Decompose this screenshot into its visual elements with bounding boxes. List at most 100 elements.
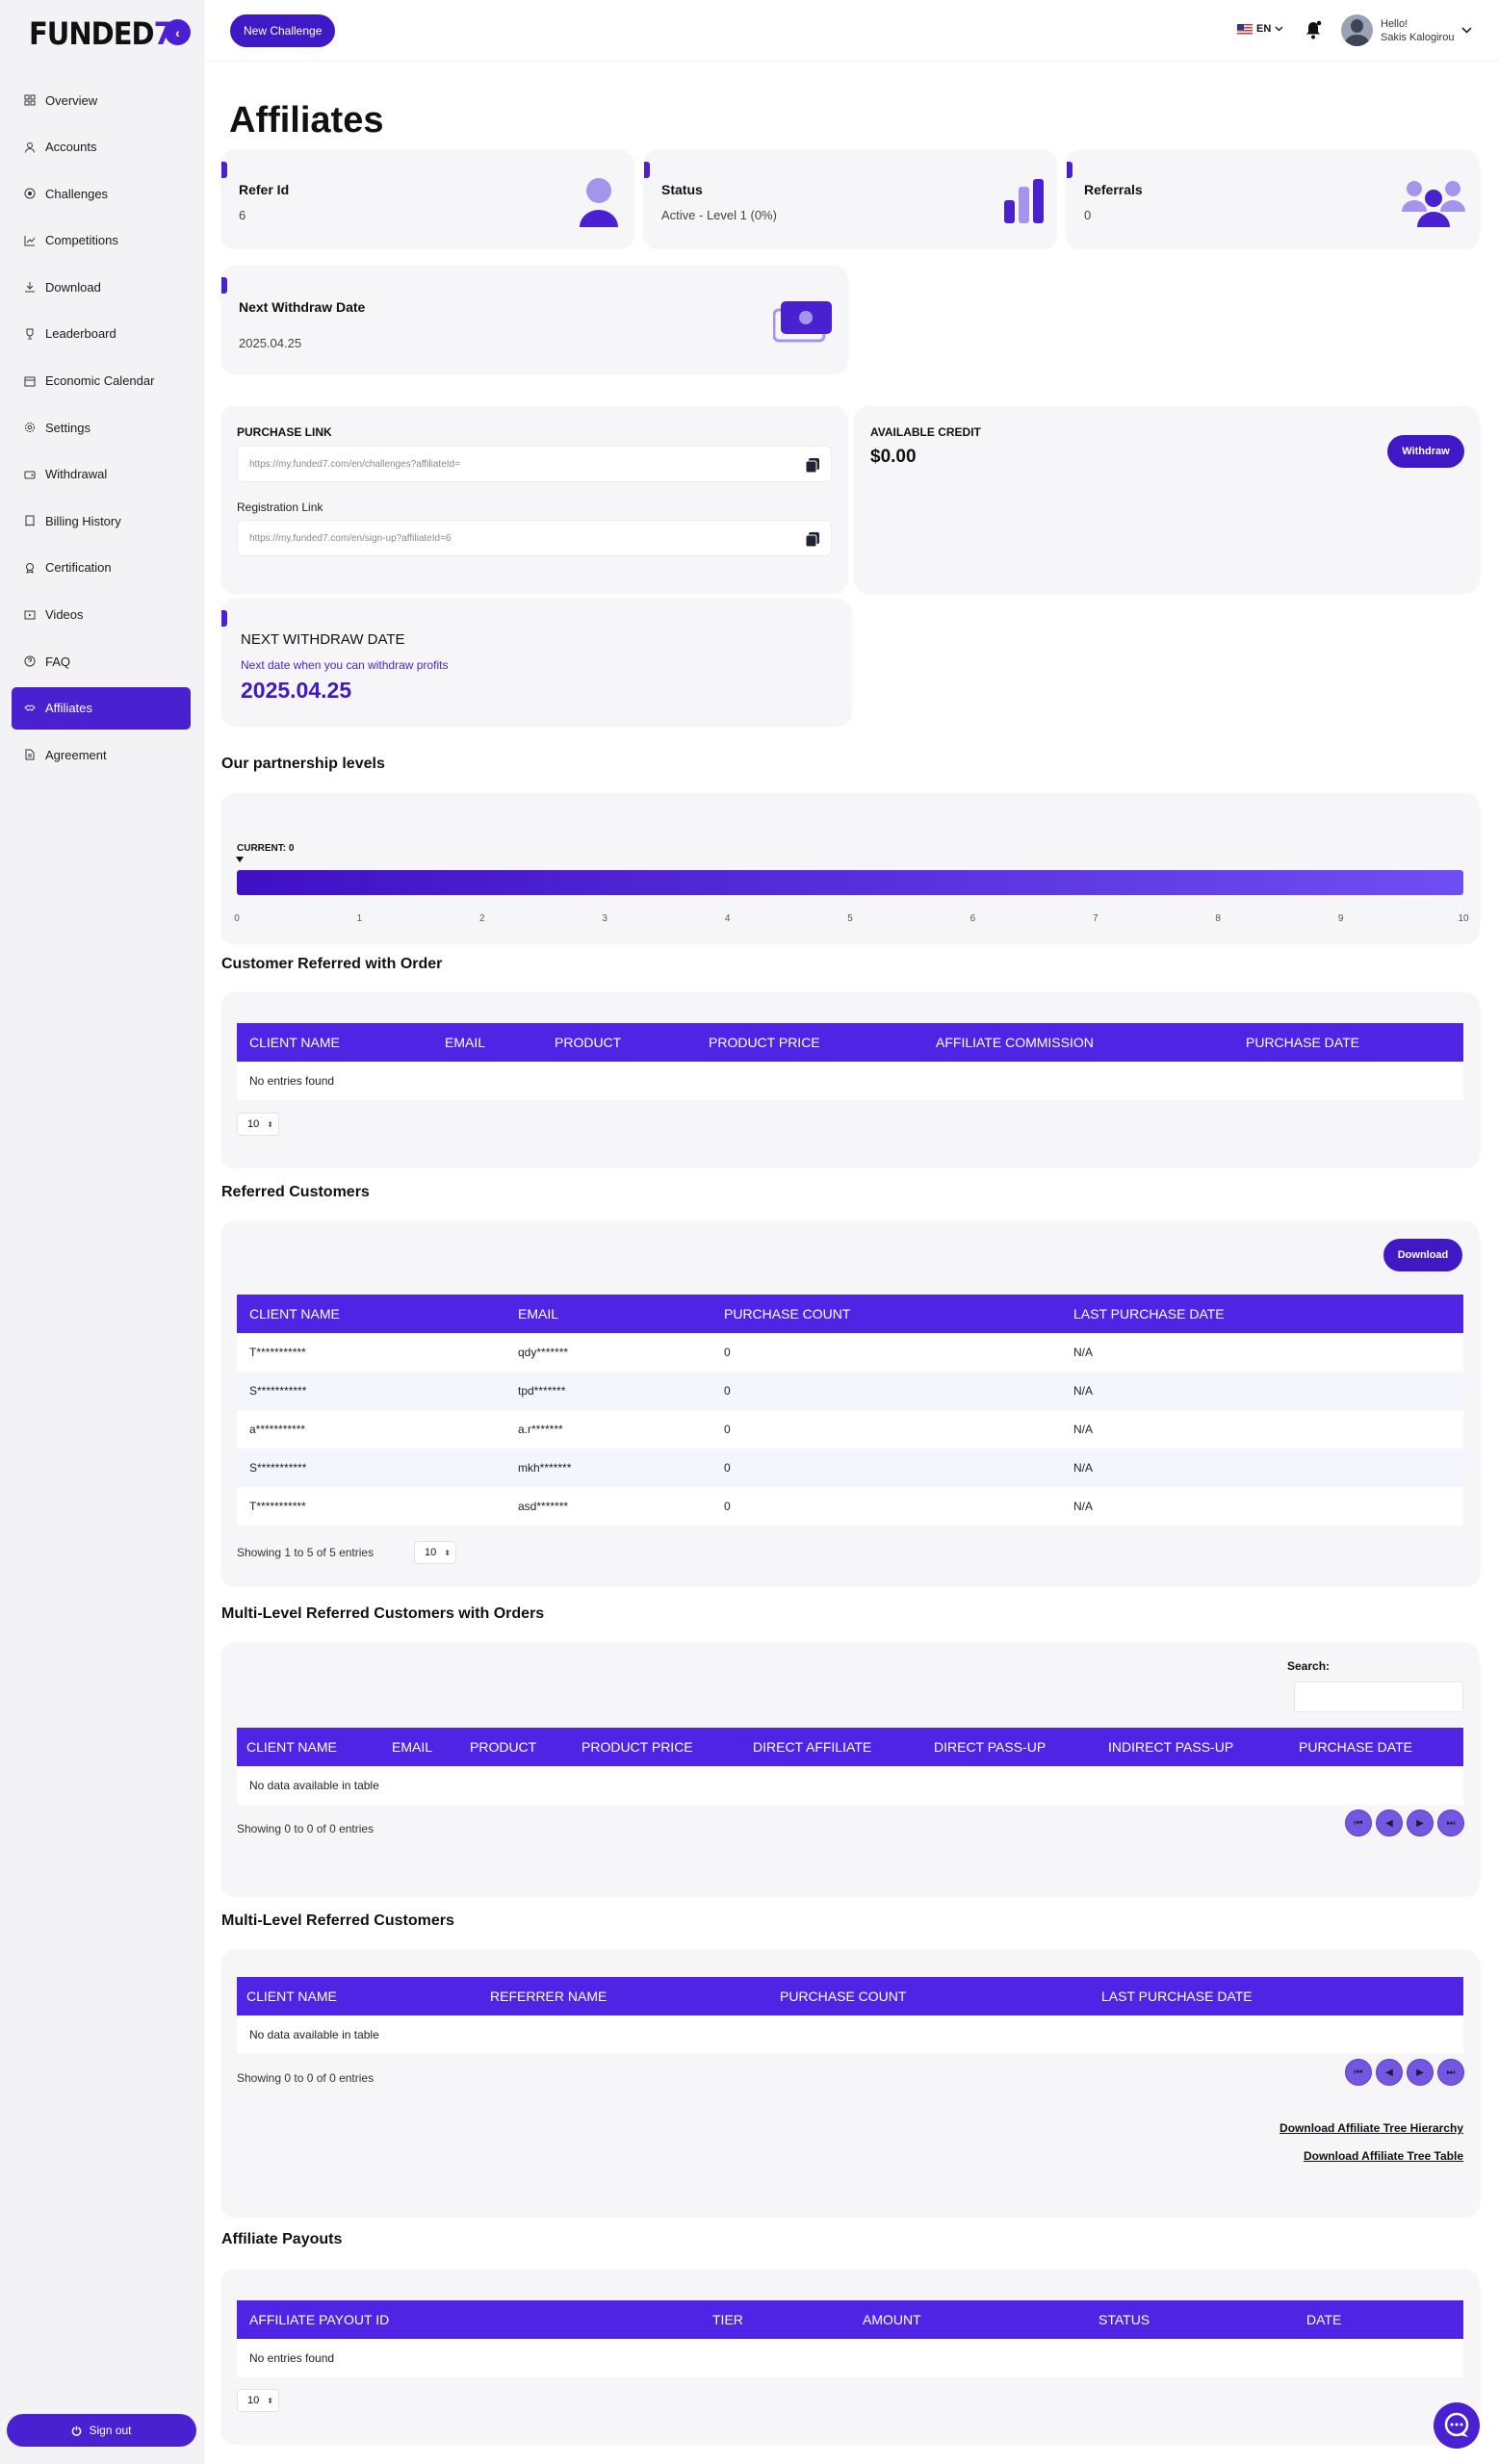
column-header[interactable]: EMAIL: [445, 1035, 485, 1050]
sidebar-item-billing-history[interactable]: Billing History: [12, 500, 191, 542]
purchase-link-field[interactable]: https://my.funded7.com/en/challenges?aff…: [237, 446, 832, 482]
page-size-select[interactable]: 10 ⬍: [237, 1113, 279, 1136]
chat-button[interactable]: [1434, 2402, 1480, 2449]
column-header[interactable]: PRODUCT: [470, 1739, 536, 1755]
column-header[interactable]: EMAIL: [392, 1739, 432, 1755]
column-header[interactable]: REFERRER NAME: [490, 1989, 607, 2004]
column-header[interactable]: CLIENT NAME: [246, 1739, 337, 1755]
table-cell: asd*******: [518, 1500, 569, 1513]
sidebar-item-challenges[interactable]: Challenges: [12, 172, 191, 215]
download-tree-hierarchy-link[interactable]: Download Affiliate Tree Hierarchy: [1279, 2121, 1463, 2135]
chevron-down-icon: [1461, 27, 1473, 34]
column-header[interactable]: LAST PURCHASE DATE: [1073, 1306, 1225, 1322]
last-page-button[interactable]: ⏭: [1437, 1810, 1464, 1836]
partnership-levels-card: CURRENT: 0 0 1 2 3 4 5 6 7 8 9 10: [221, 793, 1479, 942]
table-cell: S***********: [249, 1384, 307, 1398]
sidebar-item-settings[interactable]: Settings: [12, 406, 191, 449]
previous-page-button[interactable]: ◀: [1376, 2059, 1403, 2086]
sign-out-button[interactable]: Sign out: [7, 2414, 196, 2447]
column-header[interactable]: PRODUCT PRICE: [582, 1739, 693, 1755]
search-input[interactable]: [1294, 1681, 1463, 1712]
sidebar-item-accounts[interactable]: Accounts: [12, 126, 191, 168]
card-accent: [221, 610, 227, 627]
collapse-sidebar-button[interactable]: ‹: [165, 19, 191, 45]
available-credit-amount: $0.00: [870, 447, 917, 467]
page-size-value: 10: [425, 1547, 437, 1558]
empty-table-message: No entries found: [237, 2339, 1463, 2377]
column-header[interactable]: PURCHASE COUNT: [724, 1306, 850, 1322]
column-header[interactable]: AMOUNT: [863, 2312, 921, 2327]
column-header[interactable]: AFFILIATE COMMISSION: [936, 1035, 1094, 1050]
registration-link-field[interactable]: https://my.funded7.com/en/sign-up?affili…: [237, 520, 832, 556]
sidebar-item-label: Settings: [45, 420, 90, 435]
referrals-title: Referrals: [1084, 182, 1143, 197]
column-header[interactable]: EMAIL: [518, 1306, 558, 1322]
partnership-progress-bar: [237, 870, 1463, 895]
main-content: Affiliates Refer Id 6 Status Active - Le…: [204, 62, 1499, 2464]
brand-logo[interactable]: FUNDED7: [29, 15, 173, 51]
column-header[interactable]: DATE: [1306, 2312, 1341, 2327]
first-page-button[interactable]: ⏮: [1345, 2059, 1372, 2086]
last-page-button[interactable]: ⏭: [1437, 2059, 1464, 2086]
sidebar-item-affiliates[interactable]: Affiliates: [12, 686, 191, 730]
sidebar-item-certification[interactable]: Certification: [12, 547, 191, 589]
avatar: [1341, 14, 1373, 46]
withdraw-date-value: 2025.04.25: [241, 678, 352, 703]
sidebar-item-label: FAQ: [45, 654, 71, 669]
language-selector[interactable]: EN: [1237, 23, 1283, 35]
column-header[interactable]: STATUS: [1098, 2312, 1150, 2327]
column-header[interactable]: TIER: [712, 2312, 743, 2327]
page-size-select[interactable]: 10 ⬍: [414, 1541, 456, 1564]
sidebar-item-competitions[interactable]: Competitions: [12, 219, 191, 262]
user-menu[interactable]: Hello! Sakis Kalogirou: [1341, 14, 1473, 46]
column-header[interactable]: CLIENT NAME: [249, 1306, 340, 1322]
table-cell: a***********: [249, 1423, 306, 1436]
copy-icon[interactable]: [806, 532, 819, 547]
column-header[interactable]: PURCHASE DATE: [1299, 1739, 1412, 1755]
previous-page-button[interactable]: ◀: [1376, 1810, 1403, 1836]
trophy-icon: [26, 328, 34, 340]
next-page-icon: ▶: [1416, 1817, 1424, 1829]
sidebar-item-economic-calendar[interactable]: Economic Calendar: [12, 360, 191, 402]
receipt-icon: [25, 515, 35, 527]
column-header[interactable]: PRODUCT: [555, 1035, 621, 1050]
sidebar-item-overview[interactable]: Overview: [12, 79, 191, 121]
column-header[interactable]: PURCHASE COUNT: [780, 1989, 906, 2004]
page-size-value: 10: [247, 1118, 260, 1130]
column-header[interactable]: DIRECT PASS-UP: [934, 1739, 1046, 1755]
column-header[interactable]: INDIRECT PASS-UP: [1108, 1739, 1233, 1755]
level-tick: 8: [1215, 913, 1221, 924]
column-header[interactable]: AFFILIATE PAYOUT ID: [249, 2312, 389, 2327]
sidebar-item-faq[interactable]: FAQ: [12, 640, 191, 682]
table-cell: 0: [724, 1423, 731, 1436]
sidebar-item-leaderboard[interactable]: Leaderboard: [12, 313, 191, 355]
column-header[interactable]: PURCHASE DATE: [1246, 1035, 1359, 1050]
referred-customers-title: Referred Customers: [221, 1184, 370, 1200]
table-cell: N/A: [1073, 1500, 1094, 1513]
sidebar-item-label: Download: [45, 279, 101, 295]
column-header[interactable]: PRODUCT PRICE: [709, 1035, 820, 1050]
column-header[interactable]: CLIENT NAME: [246, 1989, 337, 2004]
sidebar-item-withdrawal[interactable]: Withdrawal: [12, 453, 191, 496]
sidebar-item-download[interactable]: Download: [12, 266, 191, 308]
purchase-link-url: https://my.funded7.com/en/challenges?aff…: [249, 458, 460, 470]
notification-bell-icon[interactable]: [1305, 20, 1322, 39]
column-header[interactable]: CLIENT NAME: [249, 1035, 340, 1050]
column-header[interactable]: DIRECT AFFILIATE: [753, 1739, 871, 1755]
user-greeting: Hello! Sakis Kalogirou: [1381, 17, 1454, 44]
next-page-button[interactable]: ▶: [1407, 2059, 1434, 2086]
withdraw-button[interactable]: Withdraw: [1387, 435, 1464, 468]
download-icon: [25, 282, 35, 293]
sidebar-item-agreement[interactable]: Agreement: [12, 733, 191, 776]
current-level-marker-icon: [236, 857, 244, 862]
next-page-button[interactable]: ▶: [1407, 1810, 1434, 1836]
new-challenge-button[interactable]: New Challenge: [230, 14, 336, 47]
download-tree-table-link[interactable]: Download Affiliate Tree Table: [1304, 2149, 1463, 2163]
sidebar-item-videos[interactable]: Videos: [12, 594, 191, 636]
column-header[interactable]: LAST PURCHASE DATE: [1101, 1989, 1253, 2004]
download-referred-customers-button[interactable]: Download: [1383, 1239, 1462, 1271]
page-size-select[interactable]: 10 ⬍: [237, 2389, 279, 2412]
referrals-card: Referrals 0: [1067, 150, 1479, 247]
first-page-button[interactable]: ⏮: [1345, 1810, 1372, 1836]
copy-icon[interactable]: [806, 458, 819, 473]
